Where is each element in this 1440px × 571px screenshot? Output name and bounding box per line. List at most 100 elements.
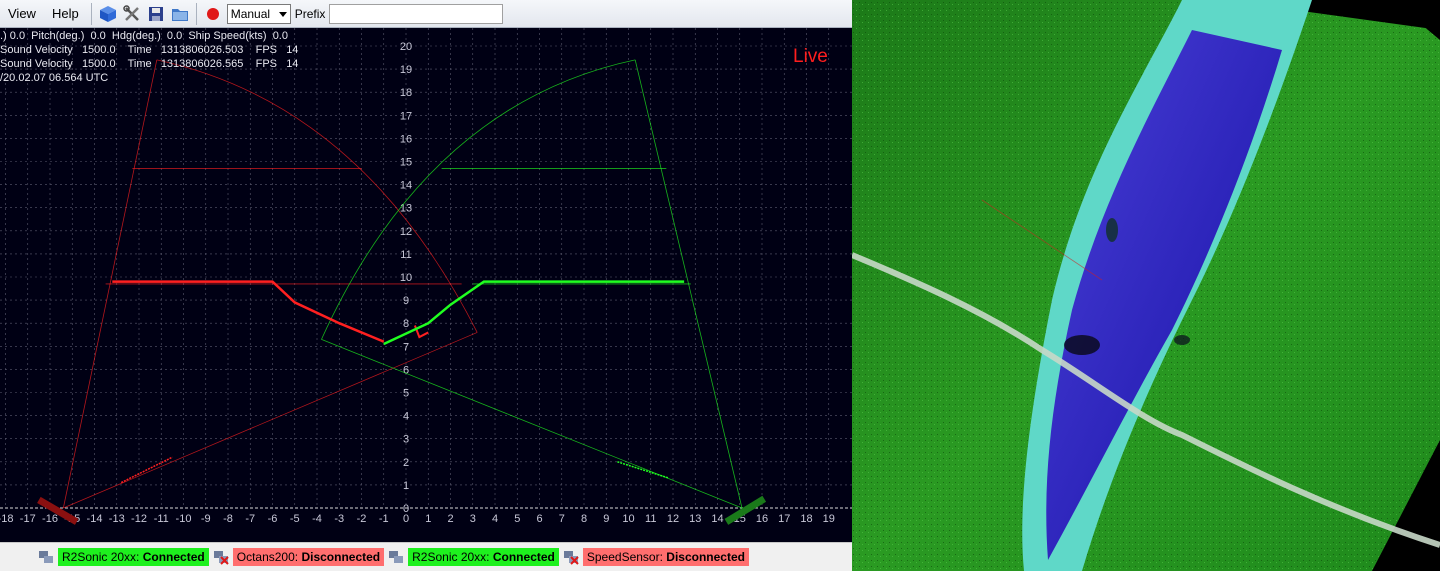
y-tick-label: 2 [403, 457, 409, 469]
x-tick-label: -3 [334, 513, 344, 525]
y-tick-label: 13 [400, 203, 412, 215]
x-tick-label: 4 [492, 513, 498, 525]
utc-readout: /20.02.07 06.564 UTC [0, 72, 109, 84]
prefix-input[interactable] [329, 3, 504, 24]
x-tick-label: 7 [559, 513, 565, 525]
network-error-icon [563, 549, 579, 565]
cube-icon[interactable] [97, 3, 119, 25]
x-tick-label: -11 [154, 513, 169, 525]
status-badge: Octans200: Disconnected [232, 548, 385, 566]
point-cloud-render [852, 0, 1440, 571]
x-tick-label: -8 [223, 513, 233, 525]
menu-help[interactable]: Help [44, 2, 87, 26]
x-tick-label: -6 [268, 513, 278, 525]
y-tick-label: 12 [400, 226, 412, 238]
x-tick-label: -13 [109, 513, 125, 525]
x-tick-label: -7 [245, 513, 255, 525]
y-tick-label: 16 [400, 133, 412, 145]
x-tick-label: 19 [823, 513, 835, 525]
sonar-view[interactable]: -18-17-16-15-14-13-12-11-10-9-8-7-6-5-4-… [0, 28, 852, 542]
x-tick-label: -9 [201, 513, 211, 525]
y-tick-label: 20 [400, 41, 412, 53]
x-tick-label: -12 [131, 513, 147, 525]
y-tick-label: 15 [400, 157, 412, 169]
mode-select-value: Manual [230, 6, 271, 21]
y-tick-label: 10 [400, 272, 412, 284]
red-swath-edge [63, 332, 478, 509]
y-tick-label: 3 [403, 434, 409, 446]
x-tick-label: 14 [711, 513, 723, 525]
x-tick-label: 10 [622, 513, 634, 525]
x-tick-label: -1 [379, 513, 389, 525]
x-tick-label: 11 [645, 513, 656, 525]
y-tick-label: 0 [403, 503, 409, 515]
status-item-r2sonic-2: R2Sonic 20xx: Connected [388, 548, 559, 566]
y-tick-label: 14 [400, 180, 412, 192]
toolbar-separator [195, 2, 197, 25]
y-tick-label: 18 [400, 87, 412, 99]
green-soundings [383, 280, 685, 346]
x-tick-label: 17 [778, 513, 790, 525]
status-badge: R2Sonic 20xx: Connected [58, 548, 209, 566]
green-swath-edge [321, 338, 743, 509]
point-cloud-view[interactable] [852, 0, 1440, 571]
red-sidelobe [120, 456, 173, 484]
green-sidelobe [617, 461, 669, 479]
network-icon [388, 549, 404, 565]
red-soundings [112, 280, 385, 343]
x-tick-label: -4 [312, 513, 322, 525]
x-tick-label: 2 [447, 513, 453, 525]
y-tick-label: 11 [400, 249, 411, 261]
toolbar-separator [90, 2, 92, 25]
x-tick-label: -14 [87, 513, 103, 525]
x-tick-label: 16 [756, 513, 768, 525]
live-indicator: Live [793, 46, 828, 67]
chevron-down-icon [278, 11, 287, 17]
y-tick-label: 4 [403, 411, 409, 423]
red-swath-arc [156, 59, 478, 333]
y-tick-label: 5 [403, 388, 409, 400]
x-tick-label: -5 [290, 513, 300, 525]
x-tick-label: 18 [800, 513, 812, 525]
folder-icon[interactable] [169, 3, 191, 25]
x-tick-label: 6 [536, 513, 542, 525]
record-icon[interactable] [202, 3, 224, 25]
x-tick-label: -16 [42, 513, 58, 525]
y-tick-label: 21 [400, 28, 412, 30]
menu-view[interactable]: View [0, 2, 44, 26]
x-tick-label: 9 [603, 513, 609, 525]
prefix-label: Prefix [294, 6, 326, 21]
x-tick-label: -2 [357, 513, 367, 525]
sonar-plot: -18-17-16-15-14-13-12-11-10-9-8-7-6-5-4-… [0, 28, 852, 525]
x-tick-label: 5 [514, 513, 520, 525]
network-error-icon [213, 549, 229, 565]
status-bar: R2Sonic 20xx: Connected Octans200: Disco… [0, 542, 852, 571]
network-icon [38, 549, 54, 565]
status-item-speedsensor: SpeedSensor: Disconnected [563, 548, 749, 566]
x-tick-label: 12 [667, 513, 679, 525]
y-tick-label: 9 [403, 295, 409, 307]
status-badge: R2Sonic 20xx: Connected [408, 548, 559, 566]
head2-readout: Sound Velocity 1500.0 Time 1313806026.56… [0, 58, 299, 70]
tools-icon[interactable] [121, 3, 143, 25]
head1-readout: Sound Velocity 1500.0 Time 1313806026.50… [0, 44, 299, 56]
green-swath-arc [321, 59, 636, 340]
toolbar: View Help Manual Prefix [0, 0, 852, 28]
x-tick-label: 3 [470, 513, 476, 525]
status-item-r2sonic-1: R2Sonic 20xx: Connected [38, 548, 209, 566]
x-tick-label: 1 [425, 513, 431, 525]
save-icon[interactable] [145, 3, 167, 25]
y-tick-label: 6 [403, 364, 409, 376]
mode-select[interactable]: Manual [226, 3, 291, 24]
x-tick-label: -17 [20, 513, 36, 525]
status-item-octans: Octans200: Disconnected [213, 548, 385, 566]
y-tick-label: 7 [403, 341, 409, 353]
attitude-readout: .) 0.0 Pitch(deg.) 0.0 Hdg(deg.) 0.0 Shi… [0, 30, 288, 42]
x-tick-label: 8 [581, 513, 587, 525]
x-tick-label: 13 [689, 513, 701, 525]
status-badge: SpeedSensor: Disconnected [582, 548, 749, 566]
x-tick-label: -18 [0, 513, 13, 525]
y-tick-label: 19 [400, 64, 412, 76]
y-tick-label: 17 [400, 110, 412, 122]
x-tick-label: -10 [176, 513, 192, 525]
